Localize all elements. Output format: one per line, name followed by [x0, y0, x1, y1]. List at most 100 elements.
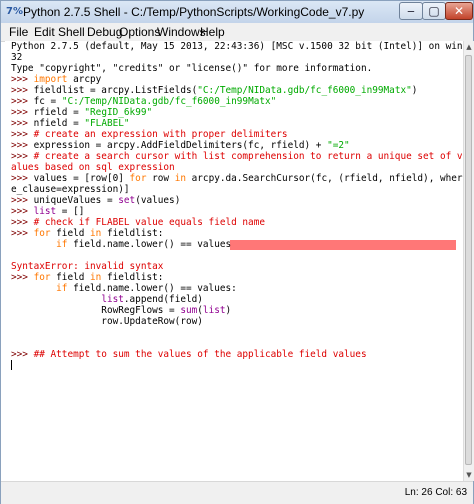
shell-token: >>>	[11, 107, 34, 118]
shell-line: if field.name.lower() == values:	[11, 284, 237, 294]
shell-line: 32	[11, 53, 22, 63]
menu-shell[interactable]: Shell	[58, 25, 85, 39]
shell-token: "FLABEL"	[84, 118, 130, 129]
shell-token: if	[56, 239, 68, 250]
shell-line: >>> # check if FLABEL value equals field…	[11, 218, 265, 228]
shell-token: field	[50, 272, 91, 283]
shell-token: SyntaxError: invalid syntax	[11, 261, 164, 272]
shell-token: rfield =	[33, 107, 85, 118]
shell-token: fieldlist:	[101, 228, 164, 239]
text-cursor	[11, 360, 12, 370]
shell-token: for	[129, 173, 147, 184]
shell-token: # create a search cursor with list compr…	[33, 151, 463, 162]
shell-line: SyntaxError: invalid syntax	[11, 262, 163, 272]
shell-text-area[interactable]: Python 2.7.5 (default, May 15 2013, 22:4…	[5, 41, 463, 481]
shell-token: >>>	[11, 74, 34, 85]
shell-token: Python 2.7.5 (default, May 15 2013, 22:4…	[11, 41, 463, 52]
shell-token: expression = arcpy.AddFieldDelimiters(fc…	[33, 140, 328, 151]
shell-token: >>>	[11, 195, 34, 206]
shell-line: if field.name.lower() == values	[11, 240, 231, 250]
shell-token: 32	[11, 52, 23, 63]
vertical-scrollbar[interactable]: ▲ ▼	[463, 41, 474, 481]
shell-token: )	[225, 305, 232, 316]
shell-token: >>>	[11, 206, 34, 217]
menu-edit[interactable]: Edit	[34, 25, 55, 39]
shell-token: sum	[180, 305, 198, 316]
shell-token: >>>	[11, 151, 34, 162]
menu-options[interactable]: Options	[119, 25, 160, 39]
python-shell-icon: 7%	[6, 6, 23, 17]
shell-token: (values)	[135, 195, 181, 206]
shell-token: "C:/Temp/NIData.gdb/fc_f6000_in99Matx"	[197, 85, 412, 96]
minimize-button[interactable]: ‒	[399, 2, 423, 20]
shell-token: alues based on sql expression	[11, 162, 175, 173]
shell-token: >>>	[11, 228, 34, 239]
shell-token: for	[33, 272, 51, 283]
shell-token: >>>	[11, 140, 34, 151]
shell-token: RowRegFlows =	[11, 305, 181, 316]
shell-line: row.UpdateRow(row)	[11, 317, 203, 327]
shell-token: >>>	[11, 96, 34, 107]
shell-line: >>> expression = arcpy.AddFieldDelimiter…	[11, 141, 350, 151]
shell-line: >>> # create an expression with proper d…	[11, 130, 288, 140]
scrollbar-thumb[interactable]	[465, 55, 472, 465]
menu-help[interactable]: Help	[200, 25, 225, 39]
shell-token: in	[174, 173, 186, 184]
shell-token: uniqueValues =	[33, 195, 119, 206]
shell-token: ## Attempt to sum the values of the appl…	[33, 349, 367, 360]
status-bar: Ln: 26 Col: 63	[1, 481, 473, 504]
title-bar[interactable]: 7% Python 2.7.5 Shell - C:/Temp/PythonSc…	[1, 1, 473, 24]
shell-token: row	[146, 173, 175, 184]
shell-token: list	[33, 206, 57, 217]
shell-line: >>> fc = "C:/Temp/NIData.gdb/fc_f6000_in…	[11, 97, 276, 107]
shell-token	[11, 294, 101, 305]
shell-line: >>> for field in fieldlist:	[11, 229, 163, 239]
shell-token: >>>	[11, 272, 34, 283]
menu-windows[interactable]: Windows	[157, 25, 206, 39]
shell-token: import	[33, 74, 68, 85]
shell-token: field	[50, 228, 91, 239]
shell-token	[11, 239, 56, 250]
shell-token: list	[101, 294, 124, 305]
shell-token: list	[202, 305, 226, 316]
shell-token: >>>	[11, 217, 34, 228]
maximize-button[interactable]: ▢	[422, 2, 446, 20]
shell-line: >>> # create a search cursor with list c…	[11, 152, 463, 162]
syntax-error-highlight	[230, 240, 456, 250]
close-button[interactable]: ✕	[445, 2, 473, 20]
shell-token: >>>	[11, 349, 34, 360]
shell-line: >>> for field in fieldlist:	[11, 273, 163, 283]
shell-token: field.name.lower() == values:	[67, 283, 237, 294]
shell-line: >>> nfield = "FLABEL"	[11, 119, 130, 129]
shell-line: RowRegFlows = sum(list)	[11, 306, 231, 316]
scroll-down-arrow-icon[interactable]: ▼	[464, 469, 474, 481]
idle-shell-window: 7% Python 2.7.5 Shell - C:/Temp/PythonSc…	[0, 0, 474, 504]
shell-line: Type "copyright", "credits" or "license(…	[11, 64, 372, 74]
shell-token: fieldlist:	[101, 272, 164, 283]
shell-token: >>>	[11, 85, 34, 96]
shell-token: "RegID_6k99"	[84, 107, 153, 118]
shell-token: arcpy	[67, 74, 102, 85]
shell-token: >>>	[11, 129, 34, 140]
shell-token: )	[411, 85, 418, 96]
shell-line: e_clause=expression)]	[11, 185, 130, 195]
shell-token: set	[118, 195, 136, 206]
shell-token: "C:/Temp/NIData.gdb/fc_f6000_in99Matx"	[61, 96, 277, 107]
shell-token: >>>	[11, 118, 34, 129]
shell-line: >>> list = []	[11, 207, 84, 217]
menu-debug[interactable]: Debug	[87, 25, 122, 39]
menu-bar: File Edit Shell Debug Options Windows He…	[1, 23, 473, 42]
shell-token: arcpy.da.SearchCursor(fc, (rfield, nfiel…	[186, 173, 463, 184]
menu-file[interactable]: File	[9, 25, 28, 39]
shell-line: >>> fieldlist = arcpy.ListFields("C:/Tem…	[11, 86, 417, 96]
shell-token: in	[90, 272, 102, 283]
shell-token: # check if FLABEL value equals field nam…	[33, 217, 265, 228]
window-title: Python 2.7.5 Shell - C:/Temp/PythonScrip…	[23, 5, 365, 19]
shell-token: field.name.lower() == values	[67, 239, 232, 250]
shell-token: fieldlist = arcpy.ListFields(	[33, 85, 198, 96]
shell-token: if	[56, 283, 68, 294]
scroll-up-arrow-icon[interactable]: ▲	[464, 41, 474, 53]
shell-line: >>> import arcpy	[11, 75, 101, 85]
shell-line: >>> rfield = "RegID_6k99"	[11, 108, 152, 118]
shell-line: list.append(field)	[11, 295, 203, 305]
